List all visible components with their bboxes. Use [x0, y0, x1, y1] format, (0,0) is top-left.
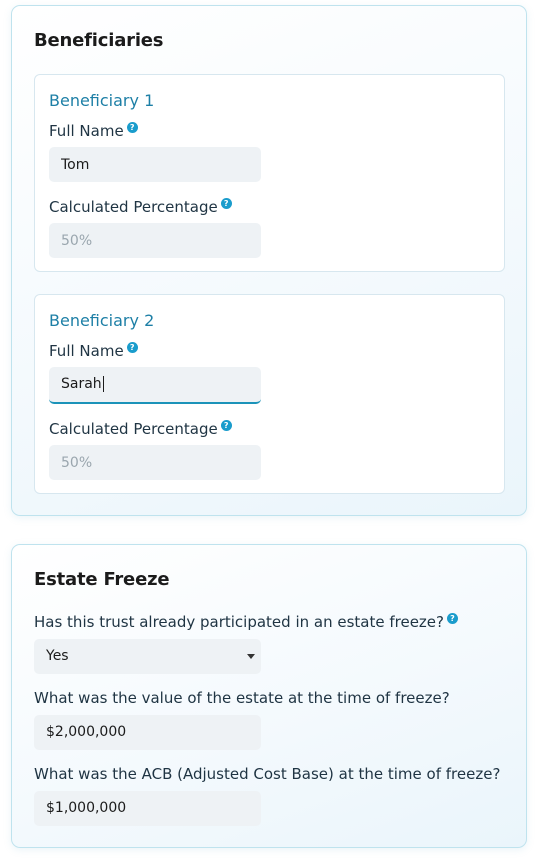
beneficiaries-panel: Beneficiaries Beneficiary 1 Full Name? C…	[11, 5, 527, 516]
full-name-input-2[interactable]: Sarah	[49, 367, 261, 404]
value-question-label: What was the value of the estate at the …	[34, 689, 450, 707]
percentage-label-1: Calculated Percentage?	[49, 198, 232, 216]
full-name-input-1[interactable]	[49, 147, 261, 182]
participated-select-value: Yes	[46, 648, 69, 664]
help-icon[interactable]: ?	[126, 122, 138, 133]
beneficiaries-title: Beneficiaries	[34, 30, 164, 51]
participated-select[interactable]: Yes	[34, 639, 261, 674]
help-icon[interactable]: ?	[447, 613, 458, 624]
acb-input[interactable]: $1,000,000	[34, 791, 261, 826]
help-icon[interactable]: ?	[220, 198, 232, 209]
estate-value-text: $2,000,000	[46, 724, 127, 740]
percentage-label-text-1: Calculated Percentage	[49, 198, 218, 216]
help-icon[interactable]: ?	[220, 420, 232, 431]
percentage-label-2: Calculated Percentage?	[49, 420, 232, 438]
help-icon[interactable]: ?	[126, 342, 138, 353]
participated-question-text: Has this trust already participated in a…	[34, 613, 444, 631]
acb-question-label: What was the ACB (Adjusted Cost Base) at…	[34, 765, 501, 783]
full-name-label-text-1: Full Name	[49, 122, 124, 140]
full-name-label-1: Full Name?	[49, 122, 138, 140]
full-name-label-2: Full Name?	[49, 342, 138, 360]
full-name-label-text-2: Full Name	[49, 342, 124, 360]
percentage-field-2	[49, 445, 261, 480]
percentage-label-text-2: Calculated Percentage	[49, 420, 218, 438]
chevron-down-icon	[247, 654, 255, 659]
estate-freeze-panel: Estate Freeze Has this trust already par…	[11, 544, 527, 848]
percentage-field-1	[49, 223, 261, 258]
estate-value-input[interactable]: $2,000,000	[34, 715, 261, 750]
beneficiary-card-1: Beneficiary 1 Full Name? Calculated Perc…	[34, 74, 505, 272]
acb-value-text: $1,000,000	[46, 800, 127, 816]
text-caret	[102, 376, 104, 392]
full-name-input-2-value: Sarah	[61, 376, 102, 392]
beneficiary-2-heading: Beneficiary 2	[49, 311, 155, 330]
estate-freeze-title: Estate Freeze	[34, 569, 170, 590]
beneficiary-card-2: Beneficiary 2 Full Name? Sarah Calculate…	[34, 294, 505, 494]
beneficiary-1-heading: Beneficiary 1	[49, 91, 155, 110]
participated-question-label: Has this trust already participated in a…	[34, 613, 458, 631]
